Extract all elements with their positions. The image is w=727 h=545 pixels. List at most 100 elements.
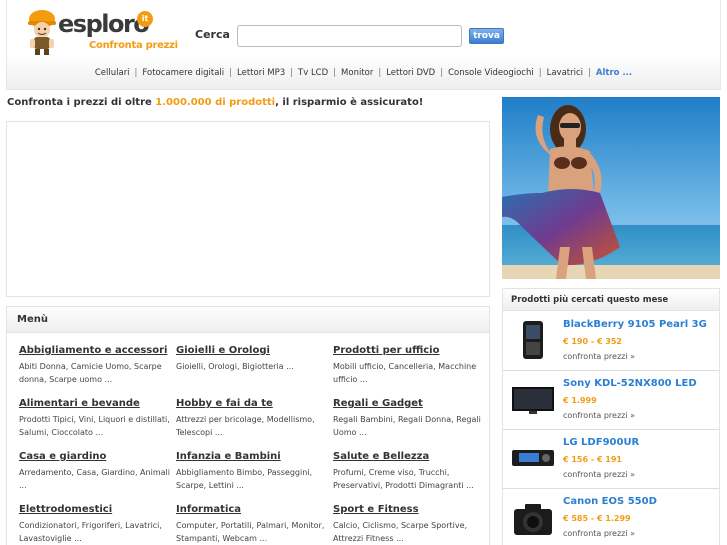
menu-subcategory-link[interactable]: Palmari (257, 521, 287, 530)
promo-text-end: , il risparmio è assicurato! (275, 97, 424, 108)
nav-item-cellulari[interactable]: Cellulari (95, 68, 130, 78)
menu-category-title[interactable]: Casa e giardino (19, 451, 171, 462)
menu-more-link[interactable]: ... (286, 362, 294, 371)
menu-subcategory-link[interactable]: Casa (77, 468, 97, 477)
menu-subcategory-link[interactable]: Frigoriferi (82, 521, 120, 530)
nav-item-lavatrici[interactable]: Lavatrici (547, 68, 583, 78)
product-name-link[interactable]: LG LDF900UR (563, 437, 639, 448)
menu-subcategory-link[interactable]: Arredamento (19, 468, 71, 477)
menu-more-link[interactable]: ... (360, 375, 368, 384)
menu-subcategory-link[interactable]: Abbigliamento Bimbo (176, 468, 262, 477)
menu-subcategory-link[interactable]: Portatili (221, 521, 252, 530)
smartphone-icon[interactable] (511, 320, 555, 360)
menu-subcategory-link[interactable]: Scarpe uomo (49, 375, 102, 384)
menu-more-link[interactable]: ... (236, 481, 244, 490)
menu-subcategory-link[interactable]: Cancelleria (389, 362, 434, 371)
menu-subcategory-link[interactable]: Trucchi (419, 468, 447, 477)
menu-more-link[interactable]: ... (215, 428, 223, 437)
menu-subcategory-link[interactable]: Computer (176, 521, 216, 530)
menu-category-title[interactable]: Elettrodomestici (19, 504, 171, 515)
product-name-link[interactable]: BlackBerry 9105 Pearl 3G (563, 319, 707, 330)
menu-subcategory-link[interactable]: Animali (140, 468, 170, 477)
menu-more-link[interactable]: ... (359, 428, 367, 437)
menu-subcategory-link[interactable]: Vini (79, 415, 94, 424)
menu-category-title[interactable]: Salute e Bellezza (333, 451, 485, 462)
menu-category-title[interactable]: Regali e Gadget (333, 398, 485, 409)
promo-banner[interactable] (502, 97, 720, 279)
menu-subcategory-link[interactable]: Ciclismo (362, 521, 396, 530)
compare-prices-link[interactable]: confronta prezzi » (563, 411, 635, 420)
menu-subcategory-link[interactable]: Passeggini (267, 468, 309, 477)
nav-item-lettori-mp3[interactable]: Lettori MP3 (237, 68, 285, 78)
nav-item-more[interactable]: Altro ... (596, 68, 632, 78)
menu-subcategory-link[interactable]: Profumi (333, 468, 364, 477)
compare-prices-link[interactable]: confronta prezzi » (563, 470, 635, 479)
menu-more-link[interactable]: ... (260, 534, 268, 543)
menu-subcategory-link[interactable]: Calcio (333, 521, 357, 530)
nav-item-tv-lcd[interactable]: Tv LCD (298, 68, 328, 78)
menu-subcategory-link[interactable]: Attrezzi Fitness (333, 534, 394, 543)
menu-subcategory-link[interactable]: Mobili ufficio (333, 362, 383, 371)
tv-icon[interactable] (511, 379, 555, 419)
product-name-link[interactable]: Canon EOS 550D (563, 496, 657, 507)
search-input[interactable] (237, 25, 462, 47)
site-header: esploro it Confronta prezzi Cerca trova … (6, 0, 721, 90)
menu-subcategory-link[interactable]: Prodotti Tipici (19, 415, 74, 424)
compare-prices-link[interactable]: confronta prezzi » (563, 529, 635, 538)
camera-icon[interactable] (511, 497, 555, 537)
menu-more-link[interactable]: ... (19, 481, 27, 490)
menu-subcategory-link[interactable]: Lavastoviglie (19, 534, 72, 543)
menu-category-title[interactable]: Informatica (176, 504, 328, 515)
menu-subcategory-link[interactable]: Cioccolato (51, 428, 93, 437)
menu-subcategory-link[interactable]: Lavatrici (125, 521, 159, 530)
search-button[interactable]: trova (469, 28, 504, 44)
menu-subcategory-link[interactable]: Webcam (222, 534, 257, 543)
menu-subcategory-link[interactable]: Preservativi (333, 481, 380, 490)
menu-subcategory-link[interactable]: Monitor (291, 521, 321, 530)
menu-subcategory-link[interactable]: Lettini (209, 481, 234, 490)
menu-more-link[interactable]: ... (105, 375, 113, 384)
menu-subcategory-link[interactable]: Scarpe (176, 481, 204, 490)
nav-item-monitor[interactable]: Monitor (341, 68, 373, 78)
menu-more-link[interactable]: ... (466, 481, 474, 490)
menu-category-title[interactable]: Abbigliamento e accessori (19, 345, 171, 356)
menu-subcategory-link[interactable]: Modellismo (267, 415, 312, 424)
nav-separator: | (290, 68, 294, 78)
menu-subcategory-link[interactable]: Condizionatori (19, 521, 77, 530)
nav-item-fotocamere-digitali[interactable]: Fotocamere digitali (142, 68, 224, 78)
menu-subcategory-link[interactable]: Regali Bambini (333, 415, 393, 424)
nav-separator: | (588, 68, 591, 78)
menu-subcategory-link[interactable]: Bigiotteria (242, 362, 284, 371)
menu-subcategory-link[interactable]: Camicie Uomo (71, 362, 129, 371)
menu-subcategory-link[interactable]: Salumi (19, 428, 46, 437)
menu-subcategory-link[interactable]: Giardino (101, 468, 135, 477)
nav-item-lettori-dvd[interactable]: Lettori DVD (386, 68, 435, 78)
menu-subcategory-link[interactable]: Telescopi (176, 428, 212, 437)
menu-category-title[interactable]: Infanzia e Bambini (176, 451, 328, 462)
menu-category-title[interactable]: Hobby e fai da te (176, 398, 328, 409)
menu-subcategory-link[interactable]: Regali Donna (398, 415, 451, 424)
site-logo[interactable]: esploro it Confronta prezzi (25, 6, 178, 56)
menu-subcategory-link[interactable]: Creme viso (369, 468, 414, 477)
menu-subcategory-link[interactable]: Gioielli (176, 362, 203, 371)
menu-subcategory-link[interactable]: Abiti Donna (19, 362, 66, 371)
menu-category: Abbigliamento e accessori Abiti Donna, Ca… (19, 345, 171, 386)
menu-subcategory-link[interactable]: Scarpe Sportive (401, 521, 465, 530)
car-stereo-icon[interactable] (511, 438, 555, 478)
menu-subcategory-link[interactable]: Orologi (208, 362, 237, 371)
menu-more-link[interactable]: ... (74, 534, 82, 543)
nav-item-console-videogiochi[interactable]: Console Videogiochi (448, 68, 534, 78)
menu-category-title[interactable]: Alimentari e bevande (19, 398, 171, 409)
menu-subcategory-link[interactable]: Liquori e distillati (99, 415, 168, 424)
menu-category-title[interactable]: Prodotti per ufficio (333, 345, 485, 356)
compare-prices-link[interactable]: confronta prezzi » (563, 352, 635, 361)
product-name-link[interactable]: Sony KDL-52NX800 LED (563, 378, 697, 389)
menu-more-link[interactable]: ... (96, 428, 104, 437)
category-menu: Menù Abbigliamento e accessori Abiti Donn… (6, 306, 490, 545)
menu-subcategory-link[interactable]: Stampanti (176, 534, 217, 543)
menu-category-title[interactable]: Sport e Fitness (333, 504, 485, 515)
menu-subcategory-link[interactable]: Prodotti Dimagranti (385, 481, 463, 490)
menu-category-title[interactable]: Gioielli e Orologi (176, 345, 328, 356)
menu-subcategory-link[interactable]: Attrezzi per bricolage (176, 415, 262, 424)
menu-more-link[interactable]: ... (396, 534, 404, 543)
